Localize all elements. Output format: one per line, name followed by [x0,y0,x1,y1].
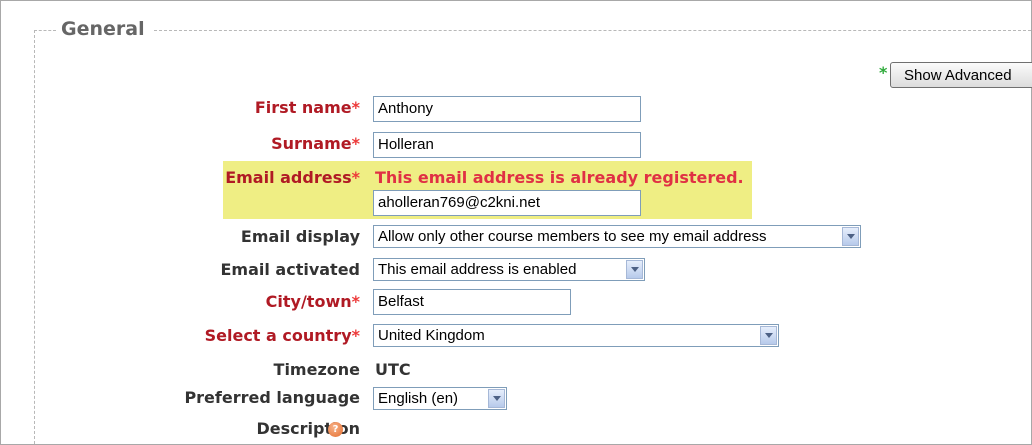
surname-input[interactable]: Holleran [373,132,641,158]
country-select[interactable]: United Kingdom [373,324,779,347]
help-icon[interactable]: ? [328,422,343,437]
first-name-input[interactable]: Anthony [373,96,641,122]
email-display-label: Email display [240,227,360,246]
advanced-asterisk: * [879,63,888,82]
form-container: General * Show Advanced First name* Anth… [0,0,1032,445]
email-activated-label: Email activated [220,260,360,279]
chevron-down-icon[interactable] [842,227,859,246]
chevron-down-icon[interactable] [760,326,777,345]
city-label: City/town* [265,292,360,311]
email-display-select[interactable]: Allow only other course members to see m… [373,225,861,248]
language-label: Preferred language [184,388,360,407]
first-name-label: First name* [254,98,360,117]
show-advanced-button[interactable]: Show Advanced [890,62,1032,88]
email-activated-select[interactable]: This email address is enabled [373,258,645,281]
email-activated-value: This email address is enabled [378,261,577,278]
section-legend[interactable]: General [61,18,145,40]
chevron-down-icon[interactable] [626,260,643,279]
surname-label: Surname* [271,134,360,153]
city-input[interactable]: Belfast [373,289,571,315]
language-select[interactable]: English (en) [373,387,507,410]
email-label: Email address* [225,168,360,187]
email-error-message: This email address is already registered… [375,168,744,187]
fieldset-border [34,30,56,31]
timezone-label: Timezone [273,360,360,379]
chevron-down-icon[interactable] [488,389,505,408]
fieldset-border [34,30,35,444]
description-label: Description [256,419,360,438]
email-input[interactable]: aholleran769@c2kni.net [373,190,641,216]
timezone-value: UTC [375,360,411,379]
email-display-value: Allow only other course members to see m… [378,228,767,245]
country-label: Select a country* [204,326,360,345]
fieldset-border [154,30,1031,31]
country-value: United Kingdom [378,327,485,344]
language-value: English (en) [378,390,459,407]
